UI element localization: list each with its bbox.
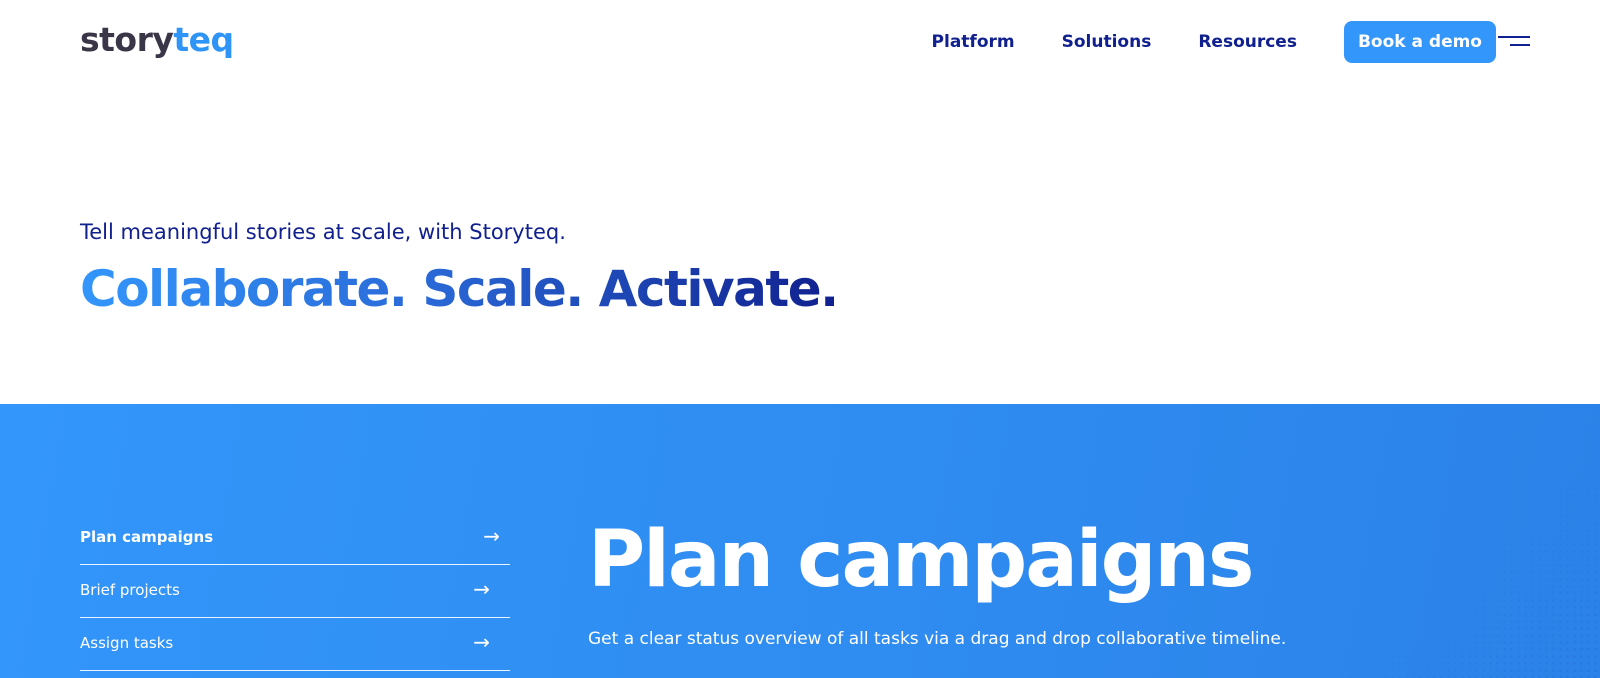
book-demo-button[interactable]: Book a demo (1343, 21, 1496, 63)
feature-item-brief-projects[interactable]: Brief projects → (80, 565, 510, 618)
storyteq-logo[interactable]: storyteq (80, 20, 234, 60)
hamburger-icon[interactable] (1498, 36, 1530, 50)
feature-item-assign-tasks[interactable]: Assign tasks → (80, 618, 510, 671)
feature-description: Get a clear status overview of all tasks… (588, 629, 1287, 649)
hero-section: Tell meaningful stories at scale, with S… (80, 216, 839, 320)
site-header: storyteq Platform Solutions Resources Bo… (0, 0, 1600, 84)
logo-text-teq: teq (173, 20, 234, 59)
feature-item-plan-campaigns[interactable]: Plan campaigns → (80, 512, 510, 565)
arrow-right-icon: → (473, 577, 490, 601)
hamburger-bar-top (1498, 36, 1530, 38)
hamburger-bar-bottom (1510, 44, 1530, 46)
feature-list: Plan campaigns → Brief projects → Assign… (80, 512, 510, 671)
logo-text-story: story (80, 20, 174, 59)
nav-solutions[interactable]: Solutions (1062, 21, 1152, 63)
nav-platform[interactable]: Platform (932, 21, 1015, 63)
feature-detail: Plan campaigns Get a clear status overvi… (588, 512, 1286, 652)
feature-label: Plan campaigns (80, 528, 214, 546)
nav-resources[interactable]: Resources (1198, 21, 1297, 63)
hero-subtitle: Tell meaningful stories at scale, with S… (80, 220, 566, 244)
hero-title: Collaborate. Scale. Activate. (80, 260, 839, 318)
feature-label: Assign tasks (80, 634, 174, 652)
arrow-right-icon: → (483, 524, 500, 548)
features-section: Plan campaigns → Brief projects → Assign… (0, 404, 1600, 678)
main-nav: Platform Solutions Resources Book a demo (932, 21, 1496, 63)
arrow-right-icon: → (473, 630, 490, 654)
feature-title: Plan campaigns (588, 515, 1254, 605)
feature-label: Brief projects (80, 581, 180, 599)
